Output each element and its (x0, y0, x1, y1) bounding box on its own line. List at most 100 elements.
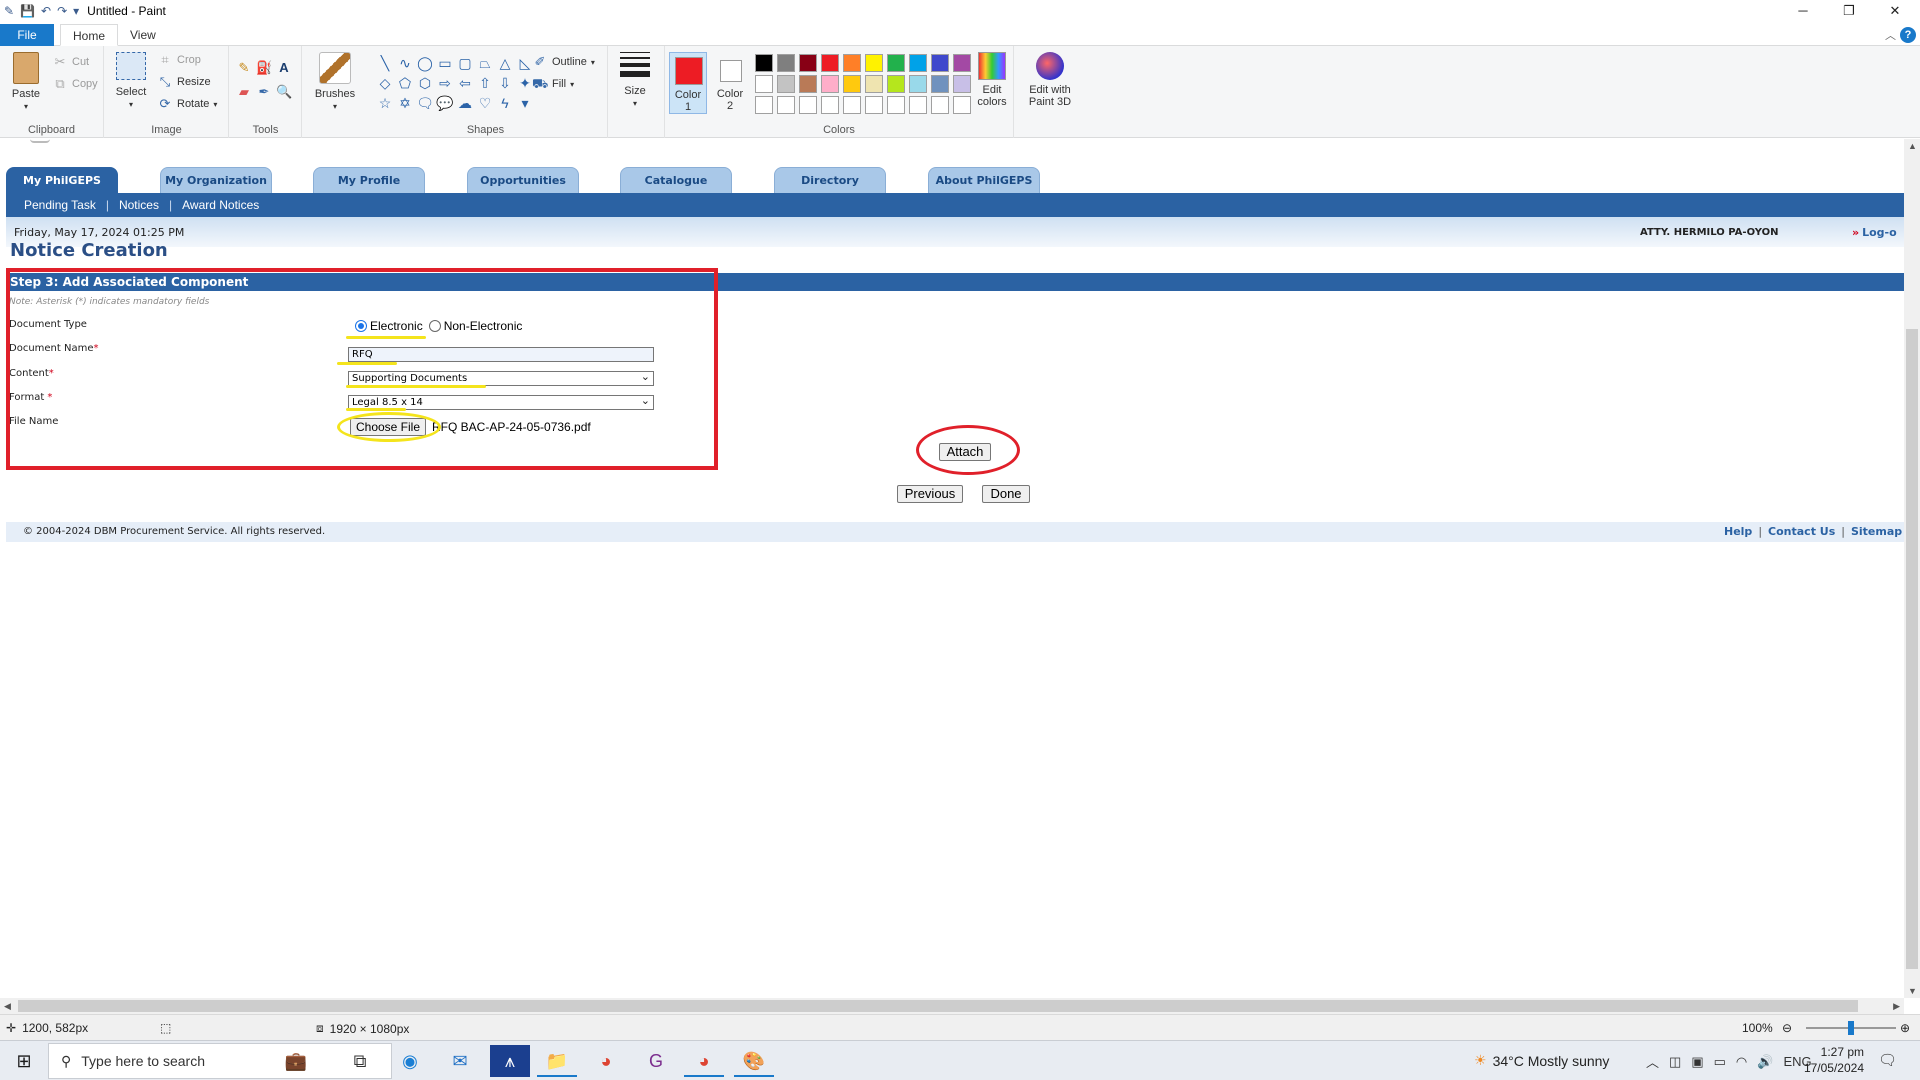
chrome-icon[interactable]: ◕ (684, 1045, 724, 1077)
previous-button[interactable]: Previous (897, 485, 963, 503)
taskbar-clock[interactable]: 1:27 pm 17/05/2024 (1800, 1044, 1864, 1076)
notification-icon[interactable]: 🗨 (1878, 1051, 1897, 1069)
g-app-icon[interactable]: G (636, 1045, 676, 1077)
callout-rect-icon[interactable]: 🗨 (416, 94, 434, 112)
task-view-icon[interactable]: ⧉ (340, 1045, 380, 1077)
mail-icon[interactable]: ✉ (440, 1045, 480, 1077)
callout-cloud-icon[interactable]: ☁ (456, 94, 474, 112)
crop-button[interactable]: ⌗ Crop (157, 52, 201, 68)
size-button[interactable]: Size ▾ (616, 52, 654, 110)
palette-swatch[interactable] (909, 75, 927, 93)
subnav-notices[interactable]: Notices (119, 198, 159, 212)
logout-link[interactable]: » Log-o (1852, 226, 1897, 239)
triangle-shape-icon[interactable]: △ (496, 54, 514, 72)
select-button[interactable]: Select ▾ (113, 52, 149, 111)
palette-swatch[interactable] (887, 75, 905, 93)
up-arrow-shape-icon[interactable]: ⇧ (476, 74, 494, 92)
palette-swatch[interactable] (755, 96, 773, 114)
palette-swatch[interactable] (931, 75, 949, 93)
color-picker-icon[interactable]: ✒ (256, 84, 272, 100)
tab-file[interactable]: File (0, 24, 54, 46)
palette-swatch[interactable] (799, 75, 817, 93)
rounded-rect-shape-icon[interactable]: ▢ (456, 54, 474, 72)
paste-button[interactable]: Paste ▾ (8, 52, 44, 113)
done-button[interactable]: Done (982, 485, 1030, 503)
undo-icon[interactable]: ↶ (41, 4, 51, 18)
right-arrow-shape-icon[interactable]: ⇨ (436, 74, 454, 92)
five-point-star-icon[interactable]: ☆ (376, 94, 394, 112)
hexagon-shape-icon[interactable]: ⬡ (416, 74, 434, 92)
tab-my-profile[interactable]: My Profile (313, 167, 425, 193)
palette-swatch[interactable] (909, 54, 927, 72)
brushes-button[interactable]: Brushes ▾ (310, 52, 360, 113)
show-hidden-icons-icon[interactable]: ︿ (1646, 1052, 1659, 1071)
lightning-shape-icon[interactable]: ϟ (496, 94, 514, 112)
help-link[interactable]: Help (1724, 525, 1752, 538)
oval-shape-icon[interactable]: ◯ (416, 54, 434, 72)
six-point-star-icon[interactable]: ✡ (396, 94, 414, 112)
palette-swatch[interactable] (843, 96, 861, 114)
tab-view[interactable]: View (118, 24, 168, 46)
zoom-out-icon[interactable]: ⊖ (1782, 1021, 1792, 1035)
pentagon-shape-icon[interactable]: ⬠ (396, 74, 414, 92)
visual-studio-icon[interactable]: ⩚ (490, 1045, 530, 1077)
horizontal-scroll-thumb[interactable] (18, 1000, 1858, 1012)
paint-canvas[interactable]: My PhilGEPS My Organization My Profile O… (0, 139, 1904, 998)
outline-button[interactable]: ✐ Outline ▾ (532, 54, 595, 70)
color2-button[interactable]: Color 2 (711, 52, 749, 114)
file-explorer-icon[interactable]: 📁 (537, 1045, 577, 1077)
work-bag-icon[interactable]: 💼 (276, 1045, 316, 1077)
palette-swatch[interactable] (953, 75, 971, 93)
customize-qa-icon[interactable]: ▾ (73, 4, 79, 18)
polygon-shape-icon[interactable]: ⏢ (476, 54, 494, 72)
palette-swatch[interactable] (843, 75, 861, 93)
collapse-ribbon-icon[interactable]: ︿ (1885, 27, 1896, 43)
diamond-shape-icon[interactable]: ◇ (376, 74, 394, 92)
palette-swatch[interactable] (799, 96, 817, 114)
text-icon[interactable]: A (276, 60, 292, 76)
rotate-button[interactable]: ⟳ Rotate ▾ (157, 96, 218, 112)
subnav-pending-task[interactable]: Pending Task (24, 198, 96, 212)
battery-icon[interactable]: ▭ (1714, 1054, 1726, 1070)
palette-swatch[interactable] (755, 54, 773, 72)
edit-colors-button[interactable]: Edit colors (970, 52, 1014, 108)
redo-icon[interactable]: ↷ (57, 4, 67, 18)
palette-swatch[interactable] (821, 96, 839, 114)
palette-swatch[interactable] (887, 96, 905, 114)
magnifier-icon[interactable]: 🔍 (276, 84, 292, 100)
palette-swatch[interactable] (953, 96, 971, 114)
zoom-in-icon[interactable]: ⊕ (1900, 1021, 1910, 1035)
palette-swatch[interactable] (887, 54, 905, 72)
tab-my-organization[interactable]: My Organization (160, 167, 272, 193)
palette-swatch[interactable] (843, 54, 861, 72)
scroll-down-icon[interactable]: ▼ (1908, 986, 1917, 996)
callout-oval-icon[interactable]: 💬 (436, 94, 454, 112)
palette-swatch[interactable] (799, 54, 817, 72)
shapes-more-icon[interactable]: ▾ (516, 94, 534, 112)
fill-button[interactable]: ⛟ Fill ▾ (532, 76, 574, 92)
tab-catalogue[interactable]: Catalogue (620, 167, 732, 193)
volume-icon[interactable]: 🔊 (1757, 1054, 1773, 1070)
vertical-scrollbar[interactable]: ▲ ▼ (1904, 139, 1920, 998)
weather-widget[interactable]: ☀ 34°C Mostly sunny (1474, 1052, 1609, 1069)
help-icon[interactable]: ? (1900, 27, 1916, 43)
horizontal-scrollbar[interactable]: ◀ ▶ (0, 998, 1904, 1014)
cut-button[interactable]: ✂ Cut (52, 54, 90, 70)
paint-taskbar-icon[interactable]: 🎨 (734, 1045, 774, 1077)
curve-shape-icon[interactable]: ∿ (396, 54, 414, 72)
down-arrow-shape-icon[interactable]: ⇩ (496, 74, 514, 92)
tab-about-philgeps[interactable]: About PhilGEPS (928, 167, 1040, 193)
chrome-icon[interactable]: ◕ (586, 1045, 626, 1077)
camera-icon[interactable]: ◫ (1669, 1054, 1681, 1070)
edit-paint3d-button[interactable]: Edit with Paint 3D (1022, 52, 1078, 108)
tab-opportunities[interactable]: Opportunities (467, 167, 579, 193)
palette-swatch[interactable] (821, 75, 839, 93)
contact-us-link[interactable]: Contact Us (1768, 525, 1835, 538)
palette-swatch[interactable] (865, 96, 883, 114)
left-arrow-shape-icon[interactable]: ⇦ (456, 74, 474, 92)
palette-swatch[interactable] (755, 75, 773, 93)
eraser-icon[interactable]: ▰ (236, 84, 252, 100)
subnav-award-notices[interactable]: Award Notices (182, 198, 259, 212)
pencil-icon[interactable]: ✎ (236, 60, 252, 76)
tab-my-philgeps[interactable]: My PhilGEPS (6, 167, 118, 193)
